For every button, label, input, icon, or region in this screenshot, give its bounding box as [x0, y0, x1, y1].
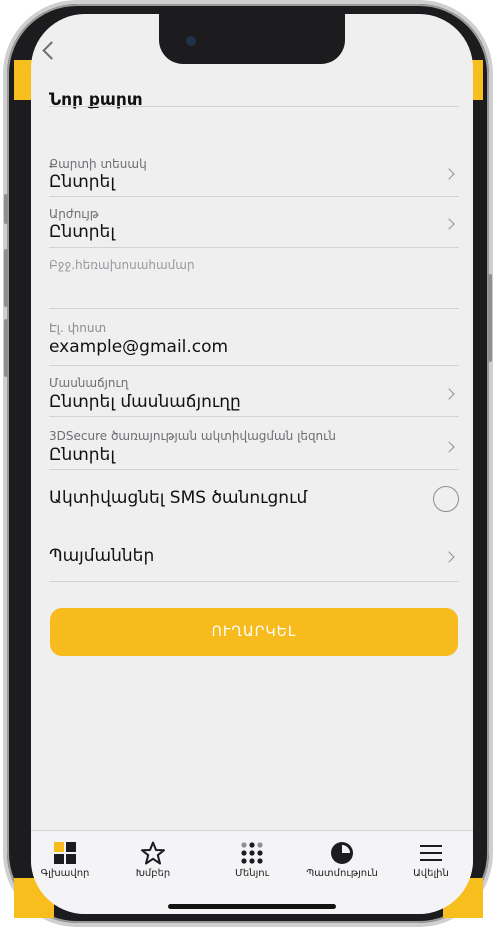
camera-icon [186, 36, 196, 46]
back-chevron-icon[interactable] [42, 41, 61, 60]
tab-label: Մենյու [235, 868, 269, 879]
tab-label: Ավելին [413, 868, 449, 879]
chevron-right-icon [443, 441, 455, 453]
chevron-right-icon [443, 388, 455, 400]
page-title: Նոր քարտ [49, 90, 143, 110]
power-button [488, 274, 492, 362]
card-type-field[interactable]: Քարտի տեսակ Ընտրել [49, 150, 459, 197]
volume-up-button [4, 249, 8, 307]
secure-language-value: Ընտրել [49, 445, 115, 465]
clock-pie-icon [331, 842, 353, 864]
secure-language-label: 3DSecure ծառայության ակտիվացման լեզուն [49, 429, 336, 443]
currency-value: Ընտրել [49, 222, 115, 242]
submit-button[interactable]: ՈՒՂԱՐԿԵԼ [50, 608, 458, 656]
email-label: Էլ. փոստ [49, 321, 107, 335]
terms-label: Պայմաններ [49, 546, 155, 566]
sms-radio[interactable] [433, 486, 459, 512]
tab-label: Պատմություն [306, 868, 378, 879]
hamburger-icon [420, 845, 442, 861]
card-type-value: Ընտրել [49, 172, 115, 192]
star-icon [141, 841, 165, 865]
dots-grid-icon [241, 842, 263, 864]
title-divider [49, 106, 459, 107]
email-value: example@gmail.com [49, 337, 229, 357]
terms-row[interactable]: Պայմաններ [49, 537, 459, 582]
secure-language-field[interactable]: 3DSecure ծառայության ակտիվացման լեզուն Ը… [49, 417, 459, 470]
currency-field[interactable]: Արժույթ Ընտրել [49, 197, 459, 248]
tab-more[interactable]: Ավելին [389, 831, 473, 891]
side-button [4, 194, 8, 224]
branch-field[interactable]: Մասնաճյուղ Ընտրել մասնաճյուղը [49, 366, 459, 417]
tab-label: Խմբեր [135, 868, 171, 879]
app-screen: Նոր քարտ Քարտի տեսակ Ընտրել Արժույթ Ընտր… [31, 14, 473, 914]
tab-home[interactable]: Գլխավոր [31, 831, 107, 891]
sms-label: Ակտիվացնել SMS ծանուցում [49, 488, 308, 508]
card-type-label: Քարտի տեսակ [49, 157, 147, 171]
tab-bar: Գլխավոր Խմբեր Մենյու Պատմություն Ավելին [31, 830, 473, 914]
tab-groups[interactable]: Խմբեր [111, 831, 195, 891]
volume-down-button [4, 319, 8, 377]
mobile-placeholder: Բջջ.հեռախոսահամար [49, 258, 195, 272]
currency-label: Արժույթ [49, 207, 99, 221]
home-indicator[interactable] [168, 904, 336, 909]
email-field[interactable]: Էլ. փոստ example@gmail.com [49, 309, 459, 366]
tab-label: Գլխավոր [40, 868, 90, 879]
tab-history[interactable]: Պատմություն [300, 831, 384, 891]
grid-icon [54, 842, 76, 864]
tab-menu[interactable]: Մենյու [210, 831, 294, 891]
mobile-field[interactable]: Բջջ.հեռախոսահամար [49, 248, 459, 309]
chevron-right-icon [443, 551, 455, 563]
chevron-right-icon [443, 168, 455, 180]
branch-label: Մասնաճյուղ [49, 376, 129, 390]
branch-value: Ընտրել մասնաճյուղը [49, 392, 241, 412]
chevron-right-icon [443, 218, 455, 230]
